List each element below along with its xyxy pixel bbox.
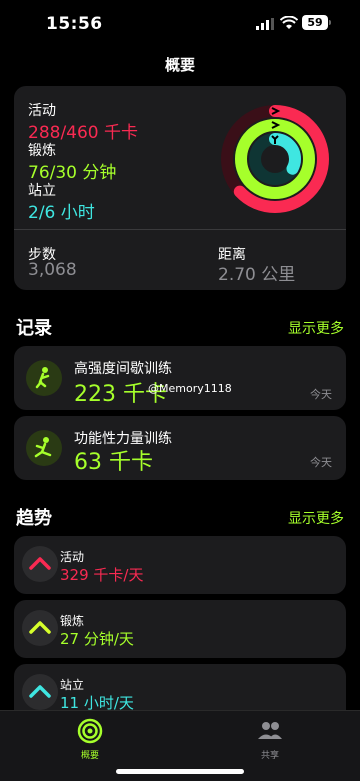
workout-title: 高强度间歇训练 — [74, 361, 172, 377]
workout-date: 今天 — [310, 388, 332, 401]
tab-sharing-label: 共享 — [260, 751, 279, 761]
trends-show-more-link[interactable]: 显示更多 — [288, 508, 344, 528]
trend-title: 站立 — [60, 678, 85, 692]
workout-card-strength[interactable]: 功能性力量训练 63 千卡 今天 — [14, 416, 346, 480]
tab-summary-label: 概要 — [80, 751, 99, 761]
home-indicator — [116, 769, 244, 774]
trend-value: 27 分钟/天 — [60, 630, 134, 648]
summary-divider — [14, 229, 346, 230]
page-title: 概要 — [164, 56, 195, 74]
workout-value: 63 千卡 — [74, 450, 153, 475]
workout-card-hiit[interactable]: 高强度间歇训练 223 千卡 今天 — [14, 346, 346, 410]
cellular-signal-icon — [256, 18, 274, 30]
move-label: 活动 — [28, 103, 56, 119]
tab-summary[interactable]: 概要 — [60, 717, 120, 761]
watermark: @Memory1118 — [148, 382, 232, 395]
exercise-label: 锻炼 — [28, 143, 56, 159]
workout-date: 今天 — [310, 456, 332, 469]
trends-heading: 趋势 — [16, 508, 52, 529]
distance-value: 2.70 公里 — [218, 265, 296, 285]
stand-label: 站立 — [28, 183, 56, 199]
tab-sharing[interactable]: 共享 — [240, 717, 300, 761]
battery-tip — [329, 20, 331, 25]
stand-trend-up-icon — [22, 674, 58, 710]
stand-value: 2/6 小时 — [28, 203, 95, 223]
trend-value: 329 千卡/天 — [60, 566, 144, 584]
status-bar: 15:56 59 — [0, 0, 360, 48]
hiit-workout-icon — [26, 360, 62, 396]
people-icon — [258, 722, 282, 739]
trend-card-move[interactable]: 活动 329 千卡/天 — [14, 536, 346, 594]
trend-card-exercise[interactable]: 锻炼 27 分钟/天 — [14, 600, 346, 658]
wifi-icon — [280, 16, 298, 29]
battery-icon: 59 — [302, 15, 328, 30]
exercise-trend-up-icon — [22, 610, 58, 646]
activity-rings — [221, 105, 329, 213]
records-heading: 记录 — [16, 318, 52, 339]
trend-title: 锻炼 — [60, 614, 85, 628]
status-time: 15:56 — [46, 14, 103, 34]
strength-workout-icon — [26, 430, 62, 466]
trend-title: 活动 — [60, 550, 85, 564]
steps-value: 3,068 — [28, 260, 77, 280]
records-show-more-link[interactable]: 显示更多 — [288, 318, 344, 338]
activity-rings-icon — [77, 718, 103, 744]
move-trend-up-icon — [22, 546, 58, 582]
